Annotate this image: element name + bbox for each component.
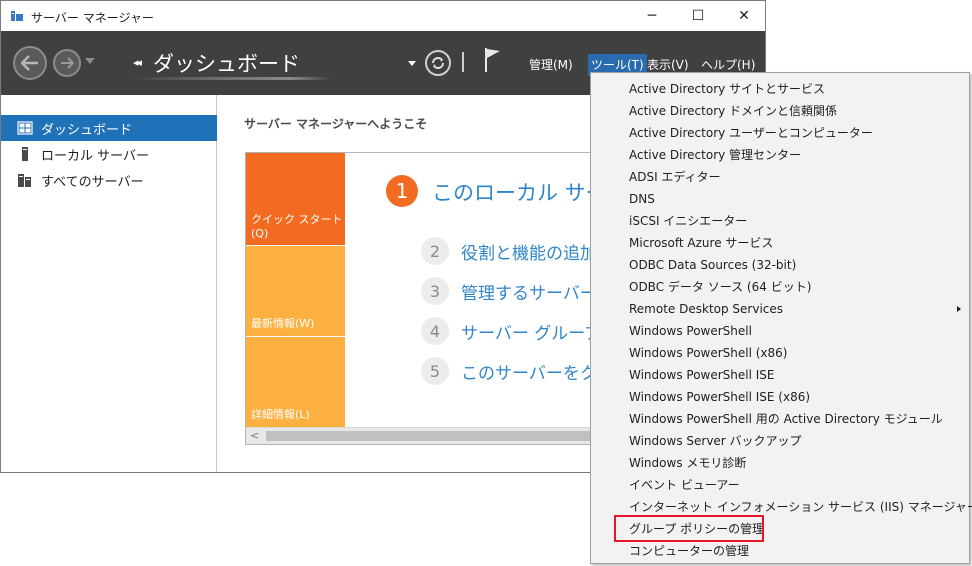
tools-menu-item[interactable]: Active Directory 管理センター	[591, 144, 969, 166]
tools-menu-item[interactable]: Active Directory ドメインと信頼関係	[591, 100, 969, 122]
sidebar-item-label: すべてのサーバー	[41, 174, 144, 190]
step-1-number: 1	[386, 175, 418, 207]
toolbar-separator	[462, 52, 464, 72]
tools-menu-item[interactable]: Windows PowerShell 用の Active Directory モ…	[591, 408, 969, 430]
tools-menu-item[interactable]: Active Directory ユーザーとコンピューター	[591, 122, 969, 144]
breadcrumb: ダッシュボード	[153, 52, 300, 76]
step-number: 3	[421, 277, 449, 305]
highlight-box	[614, 515, 764, 542]
welcome-heading: サーバー マネージャーへようこそ	[244, 117, 428, 131]
forward-button[interactable]	[53, 49, 81, 77]
refresh-button[interactable]	[425, 50, 451, 76]
breadcrumb-underline	[131, 77, 331, 80]
minimize-button[interactable]: ─	[629, 1, 675, 31]
maximize-button[interactable]: ☐	[675, 1, 721, 31]
step-number: 5	[421, 357, 449, 385]
scrollbar-thumb[interactable]	[266, 431, 596, 441]
tools-menu-item[interactable]: ODBC データ ソース (64 ビット)	[591, 276, 969, 298]
tools-menu-item[interactable]: ODBC Data Sources (32-bit)	[591, 254, 969, 276]
sidebar: ダッシュボード ローカル サーバー すべてのサーバー	[1, 95, 217, 472]
scroll-left-icon[interactable]: <	[250, 429, 259, 442]
tools-menu-item[interactable]: ADSI エディター	[591, 166, 969, 188]
server-icon	[22, 147, 28, 161]
tile-label: 最新情報(W)	[251, 317, 315, 330]
tile-label: 詳細情報(L)	[251, 408, 310, 421]
dashboard-icon	[17, 121, 33, 135]
back-arrow-icon	[21, 55, 38, 71]
title-bar[interactable]: サーバー マネージャー ─ ☐ ✕	[1, 1, 765, 31]
tools-menu-item[interactable]: Windows メモリ診断	[591, 452, 969, 474]
tools-menu-item[interactable]: Windows PowerShell	[591, 320, 969, 342]
tools-menu-item[interactable]: Windows PowerShell ISE (x86)	[591, 386, 969, 408]
tools-menu-item[interactable]: iSCSI イニシエーター	[591, 210, 969, 232]
step-number: 2	[421, 237, 449, 265]
submenu-arrow-icon	[957, 306, 961, 312]
menu-manage[interactable]: 管理(M)	[526, 54, 576, 76]
servers-icon	[18, 174, 31, 187]
tools-menu-dropdown: Active Directory サイトとサービス Active Director…	[590, 72, 972, 564]
step-link[interactable]: 役割と機能の追加	[461, 239, 597, 264]
tile-whats-new[interactable]: 最新情報(W)	[246, 246, 345, 336]
back-button[interactable]	[13, 46, 47, 80]
notifications-flag-icon[interactable]	[483, 47, 503, 73]
refresh-icon	[432, 57, 444, 69]
tools-menu-item[interactable]: Active Directory サイトとサービス	[591, 78, 969, 100]
tile-quick-start[interactable]: クイック スタート(Q)	[246, 153, 345, 245]
sidebar-item-label: ダッシュボード	[41, 122, 133, 138]
tools-menu-item[interactable]: Windows PowerShell ISE	[591, 364, 969, 386]
tools-menu-item[interactable]: Windows Server バックアップ	[591, 430, 969, 452]
breadcrumb-arrows-icon: ◂◂	[133, 56, 142, 69]
sidebar-item-dashboard[interactable]: ダッシュボード	[1, 115, 217, 141]
tools-menu-item[interactable]: コンピューターの管理	[591, 540, 969, 562]
sidebar-item-local-server[interactable]: ローカル サーバー	[1, 141, 217, 167]
step-number: 4	[421, 317, 449, 345]
tools-menu-item[interactable]: Remote Desktop Services	[591, 298, 969, 320]
server-manager-app-icon	[11, 11, 23, 21]
tools-menu-item[interactable]: イベント ビューアー	[591, 474, 969, 496]
sidebar-item-label: ローカル サーバー	[41, 148, 150, 164]
tools-menu-item[interactable]: Windows PowerShell (x86)	[591, 342, 969, 364]
history-dropdown-icon[interactable]	[85, 58, 95, 64]
tools-menu-item[interactable]: Microsoft Azure サービス	[591, 232, 969, 254]
tile-learn-more[interactable]: 詳細情報(L)	[246, 337, 345, 427]
sidebar-item-all-servers[interactable]: すべてのサーバー	[1, 167, 217, 193]
forward-arrow-icon	[61, 57, 74, 69]
close-button[interactable]: ✕	[721, 1, 765, 31]
tile-label: クイック スタート(Q)	[251, 213, 343, 240]
window-title: サーバー マネージャー	[31, 11, 154, 25]
breadcrumb-dropdown-icon[interactable]	[408, 61, 416, 66]
tools-menu-item[interactable]: DNS	[591, 188, 969, 210]
